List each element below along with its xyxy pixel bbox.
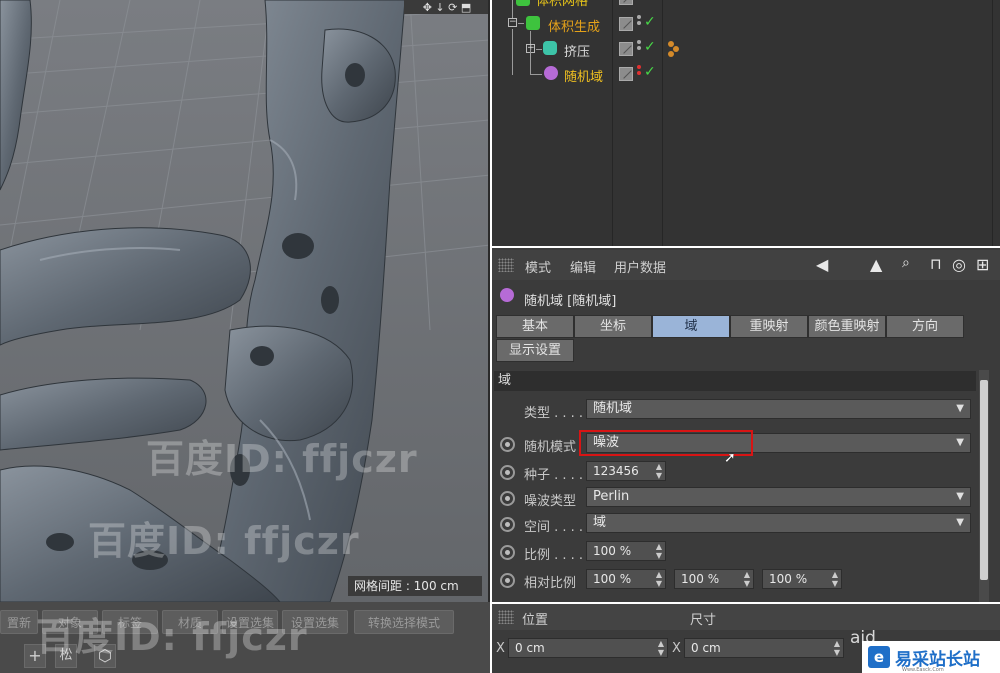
x-label-size: X	[672, 641, 681, 656]
coordinate-header: 位置 尺寸	[492, 604, 1000, 630]
attribute-scrollbar[interactable]	[979, 370, 989, 602]
site-logo-sub: Www.Easck.Com	[902, 667, 944, 673]
check-icon[interactable]: ✓	[644, 64, 656, 80]
noise-type-dropdown[interactable]: Perlin ▼	[586, 487, 971, 507]
animate-radio[interactable]	[500, 545, 515, 560]
animate-radio[interactable]	[500, 465, 515, 480]
chevron-down-icon: ▼	[956, 517, 964, 528]
object-row-volume-mesher[interactable]: 体积网格 ✓	[492, 0, 992, 10]
toolbar-button-1[interactable]: 置新	[0, 610, 38, 634]
up-arrow-icon[interactable]: ▲	[870, 255, 882, 274]
site-logo-icon: e	[868, 646, 890, 668]
animate-radio[interactable]	[500, 573, 515, 588]
watermark-baidu-2: 百度ID: ffjczr	[88, 519, 360, 563]
tab-direction[interactable]: 方向	[886, 315, 964, 338]
tab-color-remap[interactable]: 颜色重映射	[808, 315, 886, 338]
object-row-extrude[interactable]: + 挤压 ✓	[492, 29, 992, 75]
relative-scale-y-input[interactable]: 100 % ▲ ▼	[674, 569, 754, 589]
scale-label: 比例 . . . .	[524, 548, 584, 563]
scale-input[interactable]: 100 % ▲ ▼	[586, 541, 666, 561]
menu-user-data[interactable]: 用户数据	[614, 257, 666, 276]
tab-basic[interactable]: 基本	[496, 315, 574, 338]
animate-radio[interactable]	[500, 517, 515, 532]
chevron-down-icon: ▼	[956, 437, 964, 448]
object-row-volume-builder[interactable]: − 体积生成 ✓	[492, 0, 992, 36]
menu-mode[interactable]: 模式	[525, 257, 551, 276]
menu-edit[interactable]: 编辑	[570, 257, 596, 276]
animate-radio[interactable]	[500, 491, 515, 506]
relative-scale-x-input[interactable]: 100 % ▲ ▼	[586, 569, 666, 589]
toolbar-button-convert-selection[interactable]: 转换选择模式	[354, 610, 454, 634]
check-icon[interactable]: ✓	[644, 39, 656, 55]
volume-mesher-icon	[516, 0, 530, 6]
random-field-icon	[500, 288, 514, 302]
volume-builder-icon	[526, 16, 540, 30]
seed-label: 种子 . . . .	[524, 468, 584, 483]
object-name: 体积网格	[536, 0, 589, 9]
random-field-icon	[544, 66, 558, 80]
type-label: 类型 . . . .	[524, 406, 584, 421]
check-icon[interactable]: ✓	[644, 14, 656, 30]
grip-icon[interactable]	[498, 258, 514, 272]
animate-radio[interactable]	[500, 437, 515, 452]
tab-field[interactable]: 域	[652, 315, 730, 338]
attribute-menu-bar: 模式 编辑 用户数据 ◀ ▲ ⌕ ⊓ ◎ ⊞	[492, 250, 1000, 280]
object-name: 体积生成	[548, 20, 601, 35]
section-header: 域	[494, 371, 976, 391]
tab-coordinates[interactable]: 坐标	[574, 315, 652, 338]
tab-remap[interactable]: 重映射	[730, 315, 808, 338]
space-label: 空间 . . . .	[524, 520, 584, 535]
mouse-cursor-icon: ➚	[724, 450, 736, 466]
object-name: 挤压	[564, 45, 591, 60]
position-label: 位置	[522, 613, 549, 628]
search-icon[interactable]: ⌕	[902, 255, 910, 271]
object-title: 随机域 [随机域]	[524, 294, 617, 309]
new-panel-icon[interactable]: ⊞	[976, 255, 989, 274]
random-mode-label: 随机模式	[524, 440, 577, 455]
size-x-input[interactable]: 0 cm ▲ ▼	[684, 638, 844, 658]
bottom-toolbar: 置新 对象 标签 材质 设置选集 设置选集 转换选择模式 + 松 ⬡ 百度ID:…	[0, 602, 490, 673]
size-label: 尺寸	[690, 613, 717, 628]
grip-icon[interactable]	[498, 610, 514, 624]
lock-icon[interactable]: ⊓	[930, 255, 942, 273]
object-name: 随机域	[564, 70, 604, 85]
tab-display[interactable]: 显示设置	[496, 339, 574, 362]
chevron-down-icon: ▼	[956, 491, 964, 502]
extrude-icon	[543, 41, 557, 55]
attribute-manager: 模式 编辑 用户数据 ◀ ▲ ⌕ ⊓ ◎ ⊞ 随机域 [随机域] 基本 坐标 域…	[492, 248, 1000, 602]
collapse-icon[interactable]: −	[508, 18, 517, 27]
relative-scale-z-input[interactable]: 100 % ▲ ▼	[762, 569, 842, 589]
target-icon[interactable]: ◎	[952, 255, 966, 274]
x-label: X	[496, 641, 505, 656]
position-x-input[interactable]: 0 cm ▲ ▼	[508, 638, 668, 658]
seed-input[interactable]: 123456 ▲ ▼	[586, 461, 666, 481]
object-row-random-field[interactable]: 随机域 ✓	[492, 50, 992, 86]
space-dropdown[interactable]: 域 ▼	[586, 513, 971, 533]
relative-scale-label: 相对比例	[524, 576, 577, 591]
site-logo-text: 易采站长站	[895, 649, 980, 670]
grid-spacing-label: 网格间距 : 100 cm	[348, 576, 482, 596]
back-arrow-icon[interactable]: ◀	[816, 255, 828, 274]
object-manager: 体积网格 ✓ − 体积生成 ✓ + 挤压 ✓ 随机域 ✓	[492, 0, 1000, 246]
chevron-down-icon: ▼	[956, 403, 964, 414]
type-dropdown[interactable]: 随机域 ▼	[586, 399, 971, 419]
3d-viewport[interactable]: ✥ ↓ ⟳ ⬒ 百度ID: ffjczr 百度ID: ffjczr 网格间距 :…	[0, 0, 490, 602]
scrollbar-thumb[interactable]	[980, 380, 988, 580]
watermark-baidu-3: 百度ID: ffjczr	[36, 615, 308, 659]
viewport-nav-icons[interactable]: ✥ ↓ ⟳ ⬒	[404, 0, 488, 14]
noise-type-label: 噪波类型	[524, 494, 577, 509]
check-icon[interactable]: ✓	[644, 0, 656, 2]
watermark-baidu-1: 百度ID: ffjczr	[146, 437, 418, 481]
